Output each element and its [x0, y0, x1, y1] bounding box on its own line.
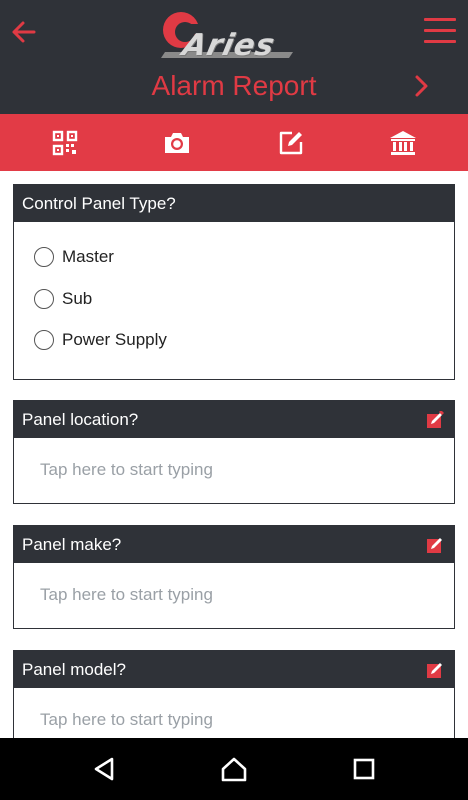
- panel-model-question: Panel model?: [22, 660, 126, 679]
- panel-make-input[interactable]: [14, 563, 454, 627]
- panel-location-question: Panel location?: [22, 410, 139, 429]
- panel-location-card: Panel location?: [13, 400, 455, 504]
- radio-option-master[interactable]: Master: [34, 245, 114, 269]
- edit-icon[interactable]: [426, 411, 444, 429]
- panel-location-header: Panel location?: [14, 401, 454, 438]
- panel-model-header: Panel model?: [14, 651, 454, 688]
- qr-code-icon[interactable]: [50, 128, 80, 158]
- panel-make-header: Panel make?: [14, 526, 454, 563]
- radio-button[interactable]: [34, 330, 54, 350]
- back-arrow-icon[interactable]: [8, 16, 40, 48]
- panel-make-question: Panel make?: [22, 535, 122, 554]
- edit-icon[interactable]: [426, 536, 444, 554]
- panel-location-input[interactable]: [14, 438, 454, 502]
- hamburger-menu-icon[interactable]: [424, 18, 456, 46]
- page-title: Alarm Report: [151, 70, 317, 101]
- system-navigation-bar: [0, 738, 468, 800]
- nav-home-icon[interactable]: [220, 755, 248, 783]
- panel-model-card: Panel model?: [13, 650, 455, 752]
- radio-button[interactable]: [34, 247, 54, 267]
- bank-building-icon[interactable]: [388, 128, 418, 158]
- edit-note-icon[interactable]: [276, 128, 306, 158]
- logo-text: Aries: [179, 28, 279, 63]
- radio-label-sub: Sub: [62, 289, 93, 308]
- camera-icon[interactable]: [162, 128, 192, 158]
- radio-option-power-supply[interactable]: Power Supply: [34, 328, 167, 352]
- app-header: Aries Alarm Report: [0, 0, 468, 114]
- radio-label-power-supply: Power Supply: [62, 330, 167, 349]
- radio-option-sub[interactable]: Sub: [34, 287, 92, 311]
- aries-logo: Aries: [155, 6, 300, 64]
- control-panel-type-card: Control Panel Type? Master Sub Power Sup…: [13, 184, 455, 380]
- radio-label-master: Master: [62, 247, 114, 266]
- control-panel-type-question: Control Panel Type?: [14, 185, 454, 222]
- radio-button[interactable]: [34, 289, 54, 309]
- panel-make-card: Panel make?: [13, 525, 455, 629]
- nav-back-icon[interactable]: [90, 755, 118, 783]
- action-toolbar: [0, 114, 468, 171]
- edit-icon[interactable]: [426, 661, 444, 679]
- nav-recents-icon[interactable]: [350, 755, 378, 783]
- chevron-right-icon[interactable]: [412, 74, 432, 98]
